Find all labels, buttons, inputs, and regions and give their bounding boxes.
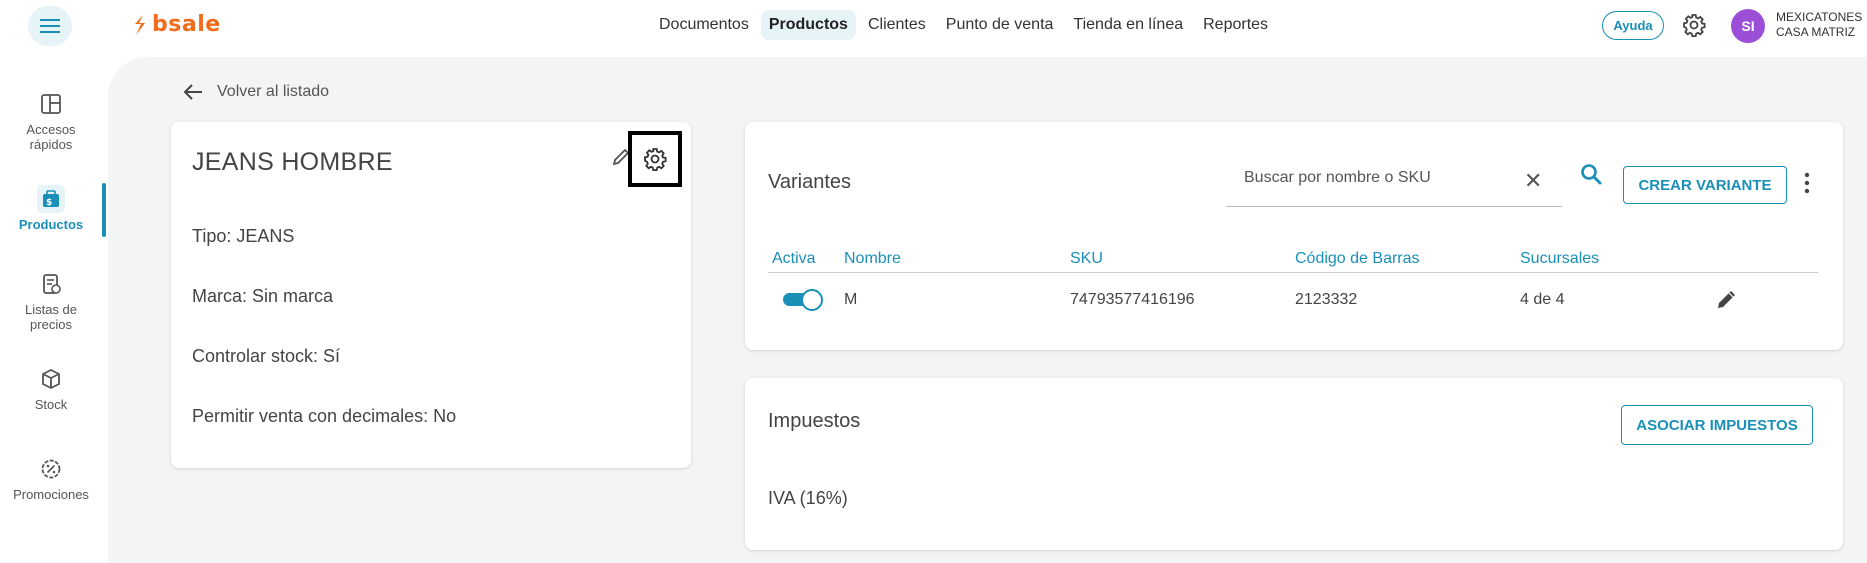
variant-active-toggle[interactable]: [783, 289, 823, 311]
tax-item: IVA (16%): [768, 488, 848, 508]
logo-text: bsale: [152, 12, 221, 37]
sidebar-label: Accesos: [26, 122, 76, 137]
nav-documentos[interactable]: Documentos: [651, 10, 757, 40]
user-avatar[interactable]: SI: [1731, 9, 1765, 43]
sidebar-label: Listas de: [24, 302, 78, 317]
nav-reportes[interactable]: Reportes: [1195, 10, 1276, 40]
product-control-stock: Controlar stock: Sí: [192, 346, 341, 366]
price-list-icon: [37, 270, 65, 298]
gear-icon: [644, 148, 667, 171]
create-variant-button[interactable]: CREAR VARIANTE: [1623, 166, 1787, 204]
product-tipo: Tipo: JEANS: [192, 226, 295, 246]
sidebar-label: Stock: [34, 397, 68, 412]
variant-sucursales: 4 de 4: [1520, 291, 1565, 308]
company-info[interactable]: MEXICATONES CASA MATRIZ: [1776, 10, 1862, 40]
product-marca: Marca: Sin marca: [192, 286, 334, 306]
hamburger-icon: [40, 19, 60, 33]
variant-search-input[interactable]: [1244, 169, 1504, 187]
taxes-card: Impuestos ASOCIAR IMPUESTOS IVA (16%): [745, 378, 1843, 550]
bsale-logo[interactable]: bsale: [132, 12, 221, 37]
sidebar-label: Productos: [18, 217, 84, 232]
top-bar: bsale Documentos Productos Clientes Punt…: [0, 0, 1867, 50]
company-name: MEXICATONES: [1776, 10, 1863, 24]
product-decimales: Permitir venta con decimales: No: [192, 406, 457, 426]
help-button[interactable]: Ayuda: [1602, 11, 1664, 40]
settings-gear-icon[interactable]: [1682, 13, 1706, 37]
bsale-logo-mark-icon: [135, 14, 145, 35]
table-header-divider: [768, 272, 1818, 273]
column-header-codigo-de-barras[interactable]: Código de Barras: [1295, 250, 1420, 268]
main-nav: Documentos Productos Clientes Punto de v…: [651, 10, 1276, 40]
sidebar-label: Promociones: [13, 487, 89, 502]
nav-punto-de-venta[interactable]: Punto de venta: [938, 10, 1062, 40]
box-icon: [37, 365, 65, 393]
product-card: JEANS HOMBRE Tipo: JEANS Marca: Sin marc…: [171, 122, 691, 468]
column-header-nombre[interactable]: Nombre: [844, 250, 901, 268]
arrow-left-icon: [183, 84, 202, 100]
product-settings-button[interactable]: [628, 131, 682, 187]
search-icon[interactable]: [1579, 162, 1605, 188]
hamburger-menu-button[interactable]: [28, 6, 72, 46]
svg-text:$: $: [46, 198, 52, 208]
taxes-title: Impuestos: [768, 410, 861, 432]
discount-icon: [37, 455, 65, 483]
product-title: JEANS HOMBRE: [192, 148, 393, 176]
variant-barcode: 2123332: [1295, 291, 1358, 308]
sidebar-label: rápidos: [29, 137, 73, 152]
sidebar-active-indicator: [102, 183, 106, 237]
variants-card: Variantes ✕ CREAR VARIANTE Activa Nombre…: [745, 122, 1843, 350]
dashboard-icon: [37, 90, 65, 118]
sidebar-item-promociones[interactable]: Promociones: [0, 455, 102, 502]
column-header-sku[interactable]: SKU: [1070, 250, 1103, 268]
variant-search-field: ✕: [1226, 155, 1562, 207]
nav-tienda-en-linea[interactable]: Tienda en línea: [1065, 10, 1191, 40]
nav-clientes[interactable]: Clientes: [860, 10, 934, 40]
products-icon: $: [37, 185, 65, 213]
back-to-list-link[interactable]: Volver al listado: [183, 83, 329, 101]
sidebar-item-productos[interactable]: $ Productos: [0, 185, 102, 232]
sidebar-item-stock[interactable]: Stock: [0, 365, 102, 412]
clear-search-icon[interactable]: ✕: [1524, 168, 1542, 194]
edit-variant-pencil-icon[interactable]: [1715, 287, 1739, 311]
variant-nombre: M: [844, 291, 858, 308]
sidebar-label: precios: [30, 317, 72, 332]
sidebar-item-listas-de-precios[interactable]: Listas de precios: [0, 270, 102, 332]
nav-productos[interactable]: Productos: [760, 10, 856, 40]
toggle-knob: [801, 289, 823, 311]
variant-sku: 74793577416196: [1070, 291, 1195, 308]
variants-title: Variantes: [768, 171, 852, 193]
column-header-sucursales[interactable]: Sucursales: [1520, 250, 1599, 268]
associate-taxes-button[interactable]: ASOCIAR IMPUESTOS: [1621, 405, 1813, 445]
column-header-activa[interactable]: Activa: [772, 250, 816, 268]
more-options-icon[interactable]: [1802, 170, 1812, 196]
branch-name: CASA MATRIZ: [1776, 25, 1856, 39]
sidebar-item-accesos-rapidos[interactable]: Accesos rápidos: [0, 90, 102, 152]
back-label: Volver al listado: [217, 83, 330, 100]
